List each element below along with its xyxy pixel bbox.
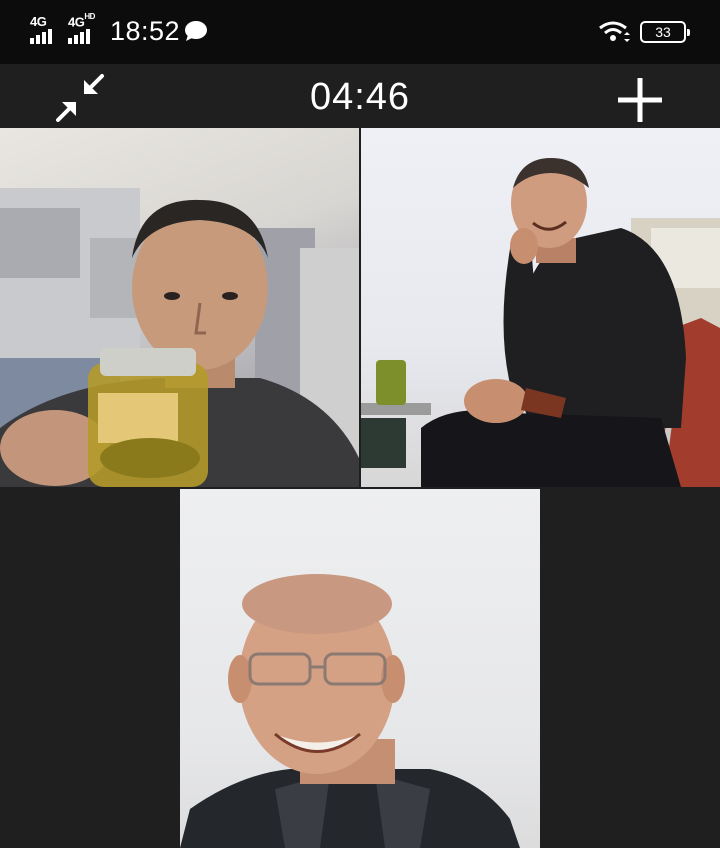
status-time: 18:52 (110, 16, 181, 46)
battery-level: 33 (655, 24, 671, 40)
participant-video (361, 158, 720, 487)
battery-icon: 33 (640, 21, 690, 43)
participant-video (0, 188, 359, 487)
status-bar: 4G 4GHD 18:52 33 (0, 0, 720, 64)
plus-icon (618, 78, 662, 122)
network-type-label-2: 4GHD (68, 12, 95, 30)
call-header: 04:46 (0, 64, 720, 128)
signal-indicator-1: 4G (30, 14, 66, 44)
signal-indicator-2: 4GHD (68, 12, 104, 44)
video-tile-participant-2[interactable] (361, 128, 720, 487)
signal-icon (30, 29, 52, 44)
wifi-icon (599, 21, 630, 42)
network-type-label: 4G (30, 14, 47, 29)
video-tile-participant-1[interactable] (0, 128, 359, 487)
video-tile-participant-3[interactable] (180, 489, 540, 848)
chat-bubble-icon (185, 21, 207, 41)
signal-icon (68, 29, 90, 44)
participant-video (180, 574, 520, 848)
add-participant-button[interactable] (610, 68, 670, 128)
